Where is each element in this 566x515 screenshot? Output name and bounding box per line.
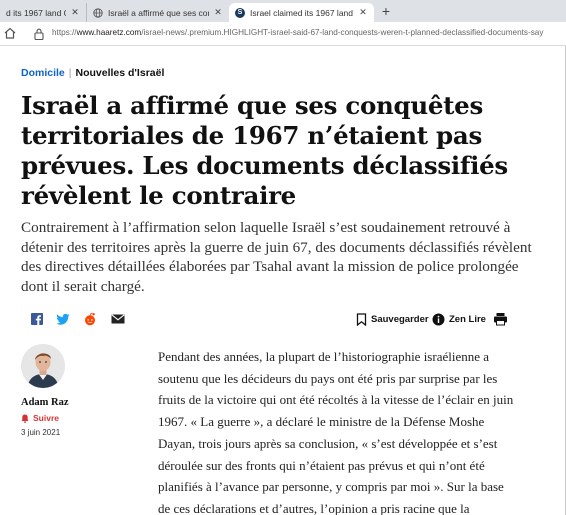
globe-icon: [93, 7, 103, 18]
url-prefix: https://: [52, 28, 77, 37]
article-headline: Israël a affirmé que ses conquêtes terri…: [21, 91, 508, 210]
save-label: Sauvegarder: [371, 313, 429, 325]
author-box: Adam Raz Suivre 3 juin 2021: [21, 344, 131, 437]
follow-button[interactable]: Suivre: [21, 413, 59, 423]
reddit-icon[interactable]: [82, 311, 98, 327]
save-button[interactable]: Sauvegarder: [356, 309, 429, 329]
browser-tab-title: Israël a affirmé que ses conquête: [108, 7, 209, 18]
article-subheadline: Contrairement à l’affirmation selon laqu…: [21, 219, 532, 295]
twitter-icon[interactable]: [55, 311, 71, 327]
new-tab-button[interactable]: +: [378, 3, 394, 19]
url-host: www.haaretz.com: [76, 28, 142, 37]
bookmark-icon: [356, 312, 367, 326]
browser-tab-3-active[interactable]: S Israel claimed its 1967 land conq ✕: [229, 3, 374, 22]
haaretz-icon: S: [235, 7, 245, 18]
breadcrumb: Domicile | Nouvelles d'Israël: [21, 67, 164, 79]
article-page: Domicile | Nouvelles d'Israël Israël a aff…: [0, 46, 566, 515]
zen-label: Zen Lire: [449, 313, 486, 325]
follow-label: Suivre: [33, 413, 59, 423]
breadcrumb-home-link[interactable]: Domicile: [21, 67, 65, 79]
address-bar: https://www.haaretz.com/israel-news/.pre…: [0, 22, 566, 46]
close-tab-icon[interactable]: ✕: [70, 7, 80, 18]
browser-tab-title: d its 1967 land Co: [6, 7, 66, 18]
article-body: Pendant des années, la plupart de l’hist…: [158, 349, 514, 515]
print-icon: [494, 313, 507, 326]
zen-read-button[interactable]: Zen Lire: [432, 309, 486, 329]
browser-tab-1[interactable]: d its 1967 land Co ✕: [0, 3, 86, 22]
browser-tab-title: Israel claimed its 1967 land conq: [250, 7, 354, 18]
breadcrumb-separator: |: [68, 67, 72, 79]
browser-tab-2[interactable]: Israël a affirmé que ses conquête ✕: [86, 3, 229, 22]
browser-tab-bar: d its 1967 land Co ✕ Israël a affirmé qu…: [0, 0, 566, 22]
share-bar: [21, 311, 141, 329]
close-tab-icon[interactable]: ✕: [213, 7, 223, 18]
author-name[interactable]: Adam Raz: [21, 397, 69, 408]
info-icon: [432, 313, 445, 325]
url-path: /israel-news/.premium.HIGHLIGHT-israel-s…: [141, 28, 544, 37]
print-button[interactable]: [493, 309, 512, 329]
url-field[interactable]: https://www.haaretz.com/israel-news/.pre…: [52, 28, 566, 37]
close-tab-icon[interactable]: ✕: [358, 7, 368, 18]
home-icon[interactable]: [3, 26, 17, 40]
lock-icon[interactable]: [33, 27, 45, 41]
publish-date: 3 juin 2021: [21, 428, 61, 437]
bell-icon: [21, 414, 29, 423]
breadcrumb-section-link[interactable]: Nouvelles d'Israël: [76, 67, 165, 79]
avatar[interactable]: [21, 344, 65, 388]
facebook-icon[interactable]: [29, 311, 45, 327]
email-icon[interactable]: [110, 311, 126, 327]
